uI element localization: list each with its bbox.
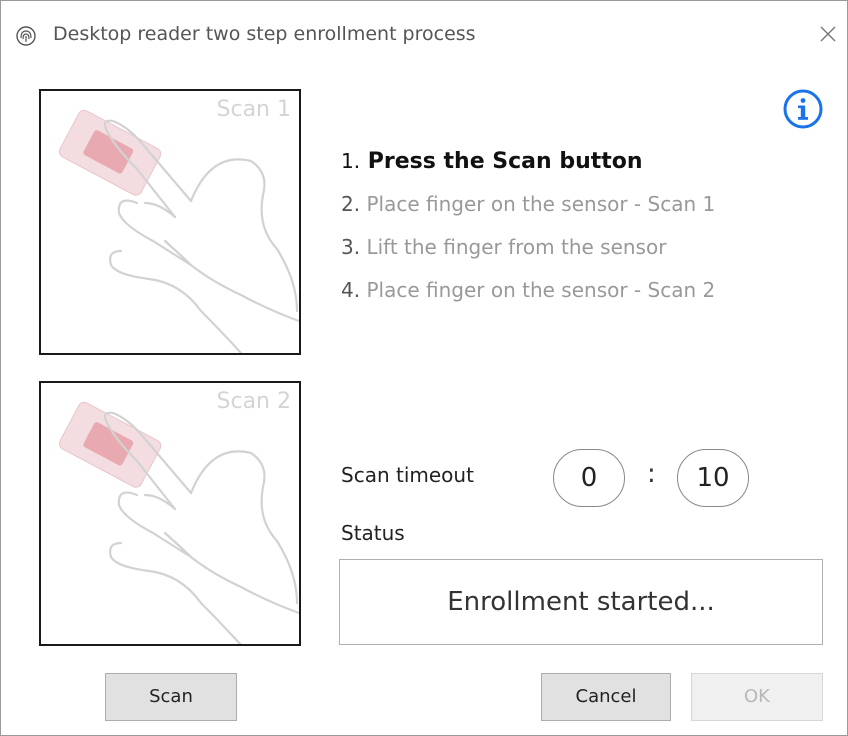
step-number: 1.	[341, 149, 361, 173]
window-title: Desktop reader two step enrollment proce…	[53, 23, 476, 45]
fingerprint-icon	[16, 26, 36, 46]
step-number: 3.	[341, 235, 361, 259]
instructions-list: 1. Press the Scan button 2. Place finger…	[341, 146, 715, 318]
status-display: Enrollment started...	[339, 559, 823, 645]
scan-2-label: Scan 2	[216, 389, 291, 414]
step-number: 4.	[341, 278, 361, 302]
scan-2-panel: Scan 2	[39, 381, 301, 646]
status-label: Status	[341, 521, 405, 545]
scan-1-panel: Scan 1	[39, 89, 301, 355]
step-item: 1. Press the Scan button	[341, 146, 715, 189]
enrollment-dialog: Desktop reader two step enrollment proce…	[0, 0, 848, 736]
finger-on-sensor-illustration	[58, 401, 299, 644]
cancel-button[interactable]: Cancel	[541, 673, 671, 721]
finger-on-sensor-illustration	[58, 109, 299, 353]
step-text: Press the Scan button	[367, 149, 643, 174]
timeout-minutes: 0	[553, 449, 625, 507]
timeout-separator: :	[647, 459, 656, 489]
ok-button[interactable]: OK	[691, 673, 823, 721]
close-icon[interactable]	[813, 19, 843, 49]
step-text: Place finger on the sensor - Scan 2	[366, 278, 716, 302]
scan-button[interactable]: Scan	[105, 673, 237, 721]
step-item: 3. Lift the finger from the sensor	[341, 232, 715, 275]
step-text: Lift the finger from the sensor	[366, 235, 667, 259]
info-icon[interactable]	[781, 87, 825, 131]
scan-timeout-label: Scan timeout	[341, 463, 474, 487]
title-bar: Desktop reader two step enrollment proce…	[1, 1, 847, 71]
scan-1-label: Scan 1	[216, 97, 291, 122]
step-number: 2.	[341, 192, 361, 216]
timeout-seconds: 10	[677, 449, 749, 507]
step-text: Place finger on the sensor - Scan 1	[366, 192, 716, 216]
step-item: 2. Place finger on the sensor - Scan 1	[341, 189, 715, 232]
step-item: 4. Place finger on the sensor - Scan 2	[341, 275, 715, 318]
